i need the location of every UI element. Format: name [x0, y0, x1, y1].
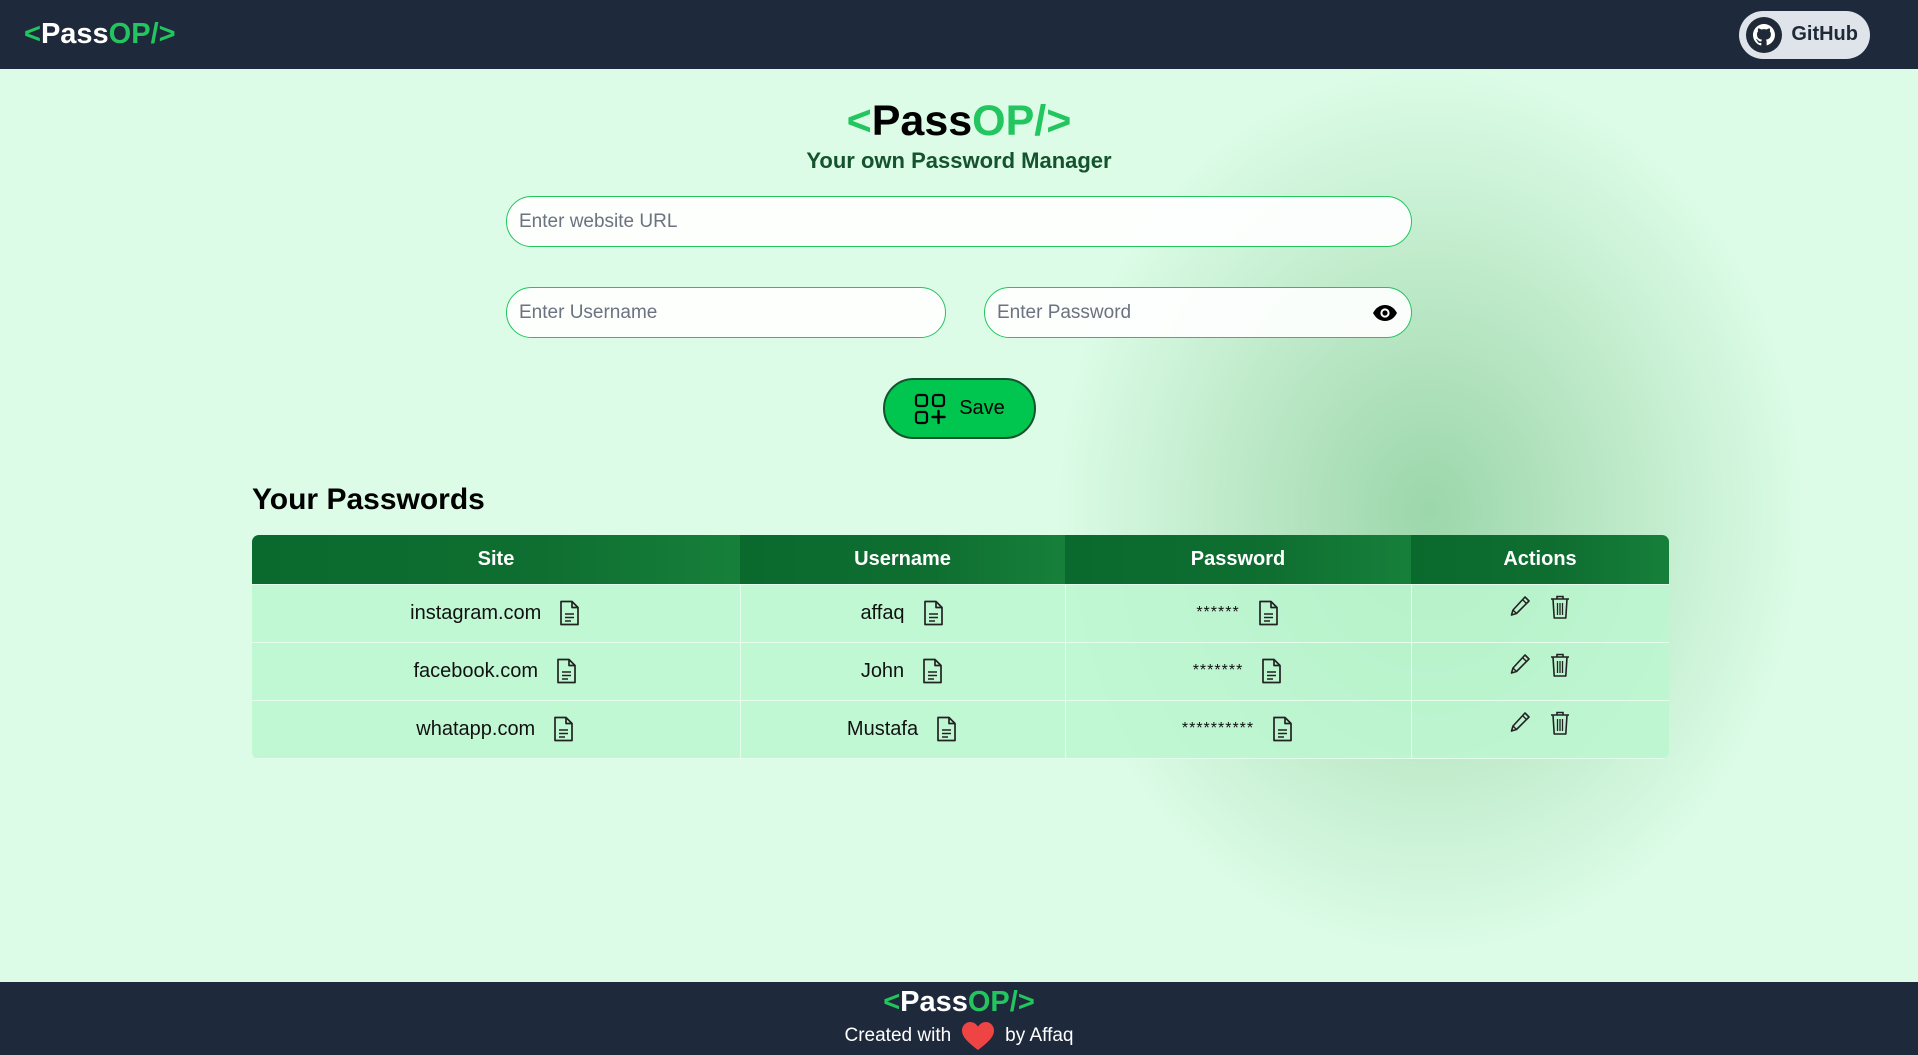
password-text: ****** [1196, 604, 1240, 621]
username-text: Mustafa [846, 717, 919, 740]
table-row: instagram.com affaq ****** [252, 583, 1669, 643]
hero: <PassOP/> Your own Password Manager [0, 97, 1918, 174]
copy-icon[interactable] [1256, 600, 1280, 626]
heart-icon [962, 1022, 995, 1050]
password-cell: ********** [1064, 699, 1412, 759]
password-field-wrapper [984, 287, 1412, 338]
footer: <PassOP/> Created with by Affaq [0, 982, 1918, 1055]
hero-subtitle: Your own Password Manager [806, 148, 1112, 173]
site-cell: facebook.com [252, 641, 741, 701]
password-input[interactable] [984, 287, 1412, 338]
logo-lt: < [24, 18, 41, 50]
hero-logo: <PassOP/> [0, 97, 1918, 146]
delete-icon[interactable] [1548, 594, 1572, 620]
logo-gt: > [158, 18, 176, 50]
table-row: facebook.com John ******* [252, 641, 1669, 701]
password-text: ******* [1192, 662, 1244, 679]
username-cell: Mustafa [739, 699, 1066, 759]
column-header-username: Username [740, 535, 1065, 584]
copy-icon[interactable] [1259, 658, 1283, 684]
navbar: <PassOP/> GitHub [0, 0, 1918, 69]
site-text[interactable]: whatapp.com [416, 718, 535, 741]
github-icon [1746, 16, 1783, 53]
logo-lt: < [846, 97, 872, 145]
username-text: affaq [860, 601, 905, 624]
logo-op: OP/ [972, 97, 1047, 145]
site-cell: instagram.com [252, 583, 741, 643]
password-cell: ****** [1064, 583, 1412, 643]
username-input[interactable] [506, 287, 946, 338]
table-row: whatapp.com Mustafa ********** [252, 699, 1669, 759]
copy-icon[interactable] [920, 658, 944, 684]
username-cell: affaq [739, 583, 1066, 643]
column-header-password: Password [1065, 535, 1411, 584]
edit-icon[interactable] [1508, 594, 1532, 620]
add-icon [915, 393, 946, 424]
username-cell: John [739, 641, 1066, 701]
save-button[interactable]: Save [882, 378, 1036, 439]
main-content: <PassOP/> Your own Password Manager Ente… [0, 69, 1918, 759]
logo-op: OP/ [967, 986, 1018, 1018]
github-label: GitHub [1791, 23, 1858, 45]
delete-icon[interactable] [1548, 652, 1572, 678]
eye-icon[interactable] [1372, 300, 1398, 326]
author-text: by Affaq [1005, 1025, 1074, 1046]
password-cell: ******* [1064, 641, 1412, 701]
site-text[interactable]: instagram.com [410, 602, 541, 625]
footer-credit: Created with by Affaq [845, 1021, 1074, 1051]
site-text[interactable]: facebook.com [413, 660, 538, 683]
website-url-input[interactable] [506, 196, 1412, 247]
table-header-row: Site Username Password Actions [252, 535, 1669, 584]
logo-pass: Pass [871, 97, 973, 145]
passwords-table: Site Username Password Actions instagram… [252, 535, 1669, 759]
edit-icon[interactable] [1508, 710, 1532, 736]
delete-icon[interactable] [1548, 710, 1572, 736]
actions-cell [1410, 641, 1669, 701]
copy-icon[interactable] [921, 600, 945, 626]
edit-icon[interactable] [1508, 652, 1532, 678]
logo-gt: > [1017, 986, 1035, 1018]
github-button[interactable]: GitHub [1739, 10, 1870, 59]
username-text: John [860, 659, 905, 682]
logo-pass: Pass [900, 986, 968, 1018]
password-form: Save [506, 196, 1412, 439]
logo-gt: > [1046, 97, 1072, 145]
column-header-actions: Actions [1411, 535, 1669, 584]
passwords-heading: Your Passwords [252, 483, 485, 516]
copy-icon[interactable] [551, 716, 575, 742]
actions-cell [1410, 699, 1669, 759]
actions-cell [1410, 583, 1669, 643]
save-label: Save [959, 397, 1005, 419]
credentials-row [506, 287, 1412, 338]
copy-icon[interactable] [1270, 716, 1294, 742]
logo-pass: Pass [40, 18, 109, 50]
column-header-site: Site [252, 535, 740, 584]
copy-icon[interactable] [554, 658, 578, 684]
logo-lt: < [883, 986, 901, 1018]
password-text: ********** [1181, 720, 1255, 737]
site-cell: whatapp.com [252, 699, 741, 759]
copy-icon[interactable] [934, 716, 958, 742]
logo-op: OP/ [108, 18, 159, 50]
created-with-text: Created with [844, 1025, 952, 1046]
footer-logo: <PassOP/> [883, 986, 1035, 1019]
nav-logo[interactable]: <PassOP/> [24, 18, 176, 51]
copy-icon[interactable] [557, 600, 581, 626]
